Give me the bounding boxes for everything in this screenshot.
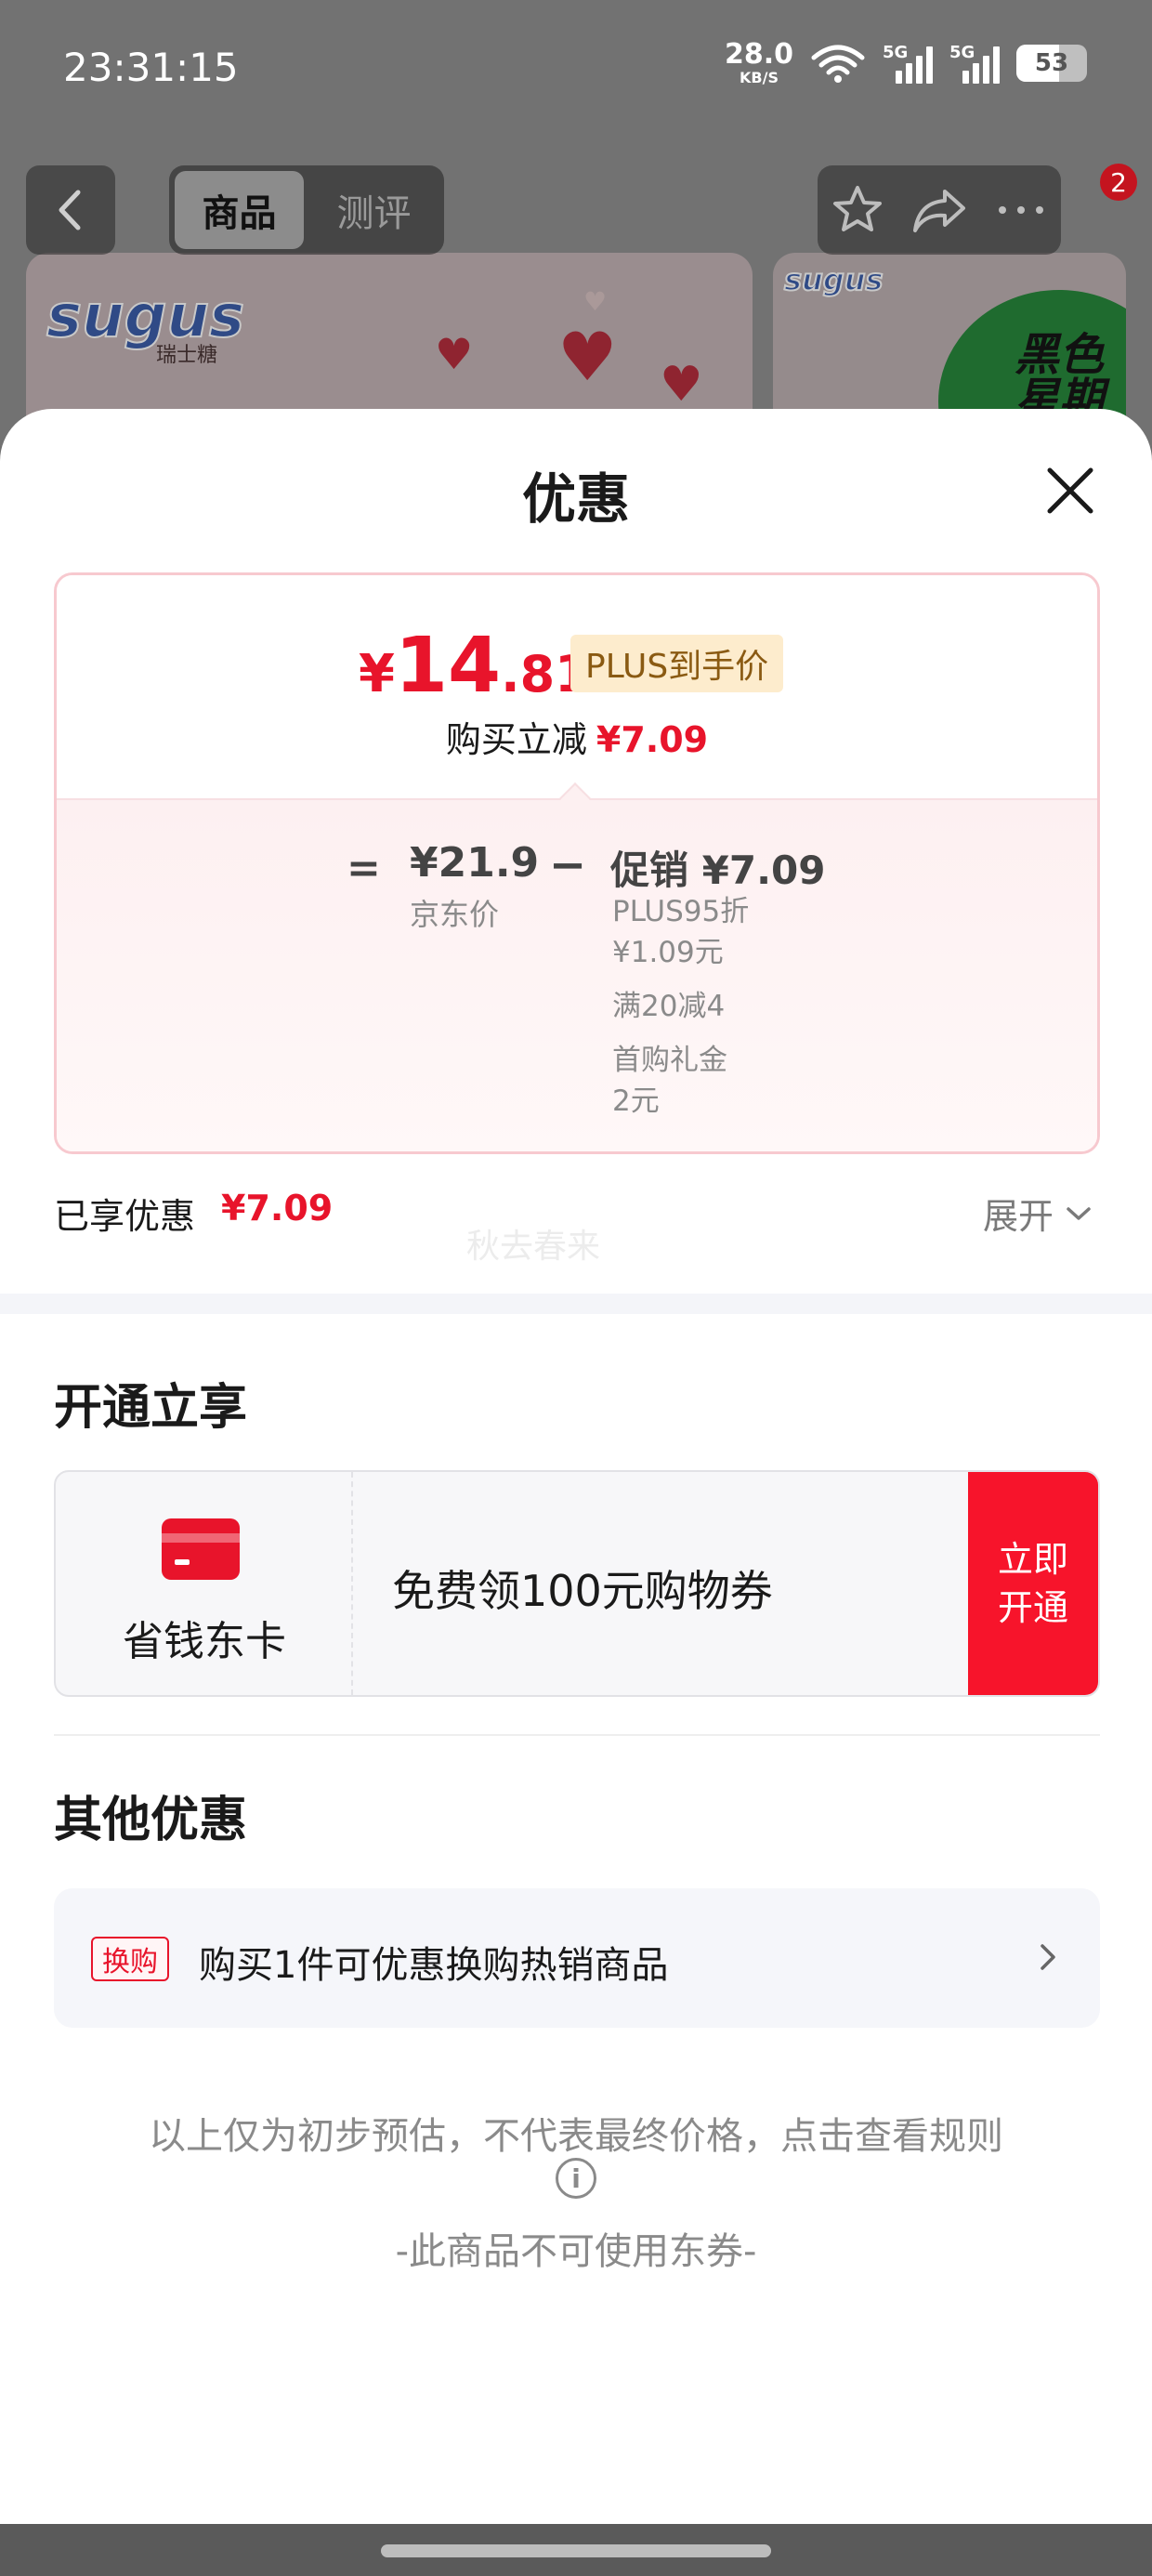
signal-icon: 5G bbox=[883, 43, 933, 84]
sheet-title: 优惠 bbox=[521, 467, 630, 531]
card-description: 免费领100元购物券 bbox=[392, 1566, 773, 1616]
membership-card-offer[interactable]: 省钱东卡 免费领100元购物券 立即开通 bbox=[54, 1470, 1100, 1697]
heart-icon: ♥ bbox=[660, 357, 703, 413]
coupon-restriction-note: -此商品不可使用东券- bbox=[395, 2230, 757, 2273]
system-nav-bar bbox=[0, 2524, 1152, 2576]
close-icon[interactable] bbox=[1041, 461, 1100, 520]
chevron-down-icon bbox=[1067, 1206, 1091, 1220]
watermark: 秋去春来 bbox=[466, 1228, 601, 1266]
card-brand: 省钱东卡 bbox=[56, 1472, 353, 1695]
notification-badge: 2 bbox=[1100, 164, 1137, 201]
signal-icon: 5G bbox=[949, 43, 1000, 84]
jd-price-label: 京东价 bbox=[410, 897, 500, 932]
tab-review[interactable]: 测评 bbox=[309, 171, 439, 249]
price-breakdown-card: ¥ 14 .81 PLUS到手价 购买立减 ¥7.09 = ¥21.9 京东价 −… bbox=[54, 572, 1100, 1154]
enjoyed-discount-amount: ¥7.09 bbox=[221, 1188, 334, 1229]
jd-price: ¥21.9 bbox=[410, 839, 540, 887]
brand-logo-small: sugus bbox=[783, 261, 884, 298]
other-section-title: 其他优惠 bbox=[54, 1793, 248, 1848]
star-icon[interactable] bbox=[830, 182, 885, 238]
card-name: 省钱东卡 bbox=[123, 1618, 286, 1665]
brand-sub: 瑞士糖 bbox=[156, 344, 218, 367]
equals-sign: = bbox=[347, 845, 381, 892]
chevron-right-icon bbox=[1041, 1944, 1055, 1970]
tab-product[interactable]: 商品 bbox=[175, 171, 304, 249]
credit-card-icon bbox=[162, 1518, 240, 1580]
plus-price-tag: PLUS到手价 bbox=[570, 635, 784, 692]
open-section-title: 开通立享 bbox=[54, 1380, 248, 1436]
final-price: ¥ 14 .81 bbox=[359, 622, 590, 710]
action-group bbox=[818, 165, 1061, 255]
top-nav: 商品 测评 2 bbox=[0, 164, 1152, 255]
heart-icon: ♥ bbox=[557, 318, 618, 396]
promo-item: PLUS95折 bbox=[612, 895, 750, 928]
promo-item: ¥1.09元 bbox=[612, 936, 724, 969]
home-indicator[interactable] bbox=[381, 2544, 771, 2557]
more-icon[interactable] bbox=[993, 201, 1049, 219]
heart-icon: ♥ bbox=[435, 329, 474, 379]
status-icons: 28.0 KB/S 5G 5G 53 bbox=[725, 41, 1087, 85]
open-now-button[interactable]: 立即开通 bbox=[968, 1472, 1098, 1695]
info-icon[interactable]: i bbox=[556, 2158, 596, 2199]
battery-icon: 53 bbox=[1016, 45, 1087, 82]
share-icon[interactable] bbox=[910, 182, 969, 238]
minus-sign: − bbox=[549, 839, 587, 891]
section-divider bbox=[0, 1294, 1152, 1314]
promo-item: 2元 bbox=[612, 1084, 660, 1118]
exchange-tag: 换购 bbox=[91, 1937, 169, 1981]
divider bbox=[54, 1734, 1100, 1736]
chevron-left-icon bbox=[59, 190, 81, 230]
expand-button[interactable]: 展开 bbox=[983, 1188, 1093, 1239]
promo-list: PLUS95折 ¥1.09元 满20减4 首购礼金 2元 bbox=[612, 891, 817, 1122]
purchase-reduction: 购买立减 ¥7.09 bbox=[445, 719, 709, 760]
exchange-text: 购买1件可优惠换购热销商品 bbox=[199, 1944, 669, 1987]
promo-item: 满20减4 bbox=[612, 990, 726, 1023]
promo-item: 首购礼金 bbox=[612, 1044, 727, 1077]
back-button[interactable] bbox=[26, 165, 115, 255]
status-bar: 23:31:15 28.0 KB/S 5G 5G 53 bbox=[0, 0, 1152, 139]
discount-sheet: 优惠 ¥ 14 .81 PLUS到手价 购买立减 ¥7.09 = ¥21.9 京东… bbox=[0, 409, 1152, 2528]
wifi-icon bbox=[811, 45, 865, 83]
enjoyed-discount-label: 已享优惠 bbox=[54, 1196, 196, 1237]
tab-switcher: 商品 测评 bbox=[169, 165, 444, 255]
promo-total: 促销 ¥7.09 bbox=[610, 848, 826, 893]
net-speed: 28.0 KB/S bbox=[724, 38, 793, 86]
price-summary: ¥ 14 .81 PLUS到手价 购买立减 ¥7.09 bbox=[57, 575, 1097, 798]
clock: 23:31:15 bbox=[63, 45, 239, 90]
exchange-offer-row[interactable]: 换购 购买1件可优惠换购热销商品 bbox=[54, 1888, 1100, 2028]
estimate-note[interactable]: 以上仅为初步预估，不代表最终价格，点击查看规则 bbox=[0, 2106, 1152, 2160]
heart-icon: ♥ bbox=[583, 286, 608, 317]
